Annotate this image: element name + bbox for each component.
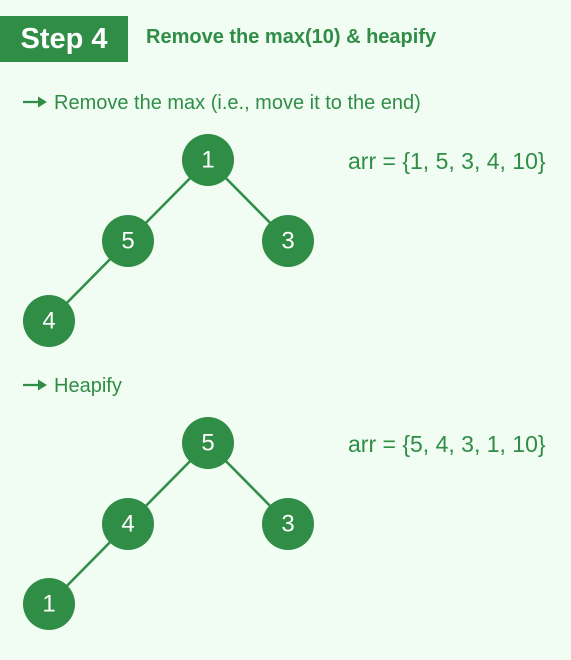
tree-node: 4 — [102, 498, 154, 550]
tree-node: 5 — [102, 215, 154, 267]
section-label-heapify: Heapify — [22, 375, 122, 398]
arrow-right-icon — [23, 96, 47, 108]
tree-node: 3 — [262, 215, 314, 267]
section-label-text: Heapify — [54, 375, 122, 397]
tree-node: 1 — [182, 134, 234, 186]
svg-text:4: 4 — [121, 511, 134, 538]
tree-node: 3 — [262, 498, 314, 550]
svg-text:1: 1 — [201, 147, 214, 174]
step-badge: Step 4 — [0, 16, 128, 62]
tree-remove-max: 1 5 3 4 — [23, 134, 314, 347]
svg-text:1: 1 — [42, 591, 55, 618]
svg-text:3: 3 — [281, 511, 294, 538]
tree-heapify: 5 4 3 1 — [23, 417, 314, 630]
arrow-right-icon — [23, 379, 47, 391]
tree-node: 5 — [182, 417, 234, 469]
step-title: Remove the max(10) & heapify — [146, 26, 437, 48]
svg-text:4: 4 — [42, 308, 55, 335]
tree-node: 4 — [23, 295, 75, 347]
svg-text:5: 5 — [201, 430, 214, 457]
section-label-remove-max: Remove the max (i.e., move it to the end… — [22, 92, 421, 115]
tree-node: 1 — [23, 578, 75, 630]
svg-text:5: 5 — [121, 228, 134, 255]
svg-text:3: 3 — [281, 228, 294, 255]
section-label-text: Remove the max (i.e., move it to the end… — [54, 92, 421, 114]
